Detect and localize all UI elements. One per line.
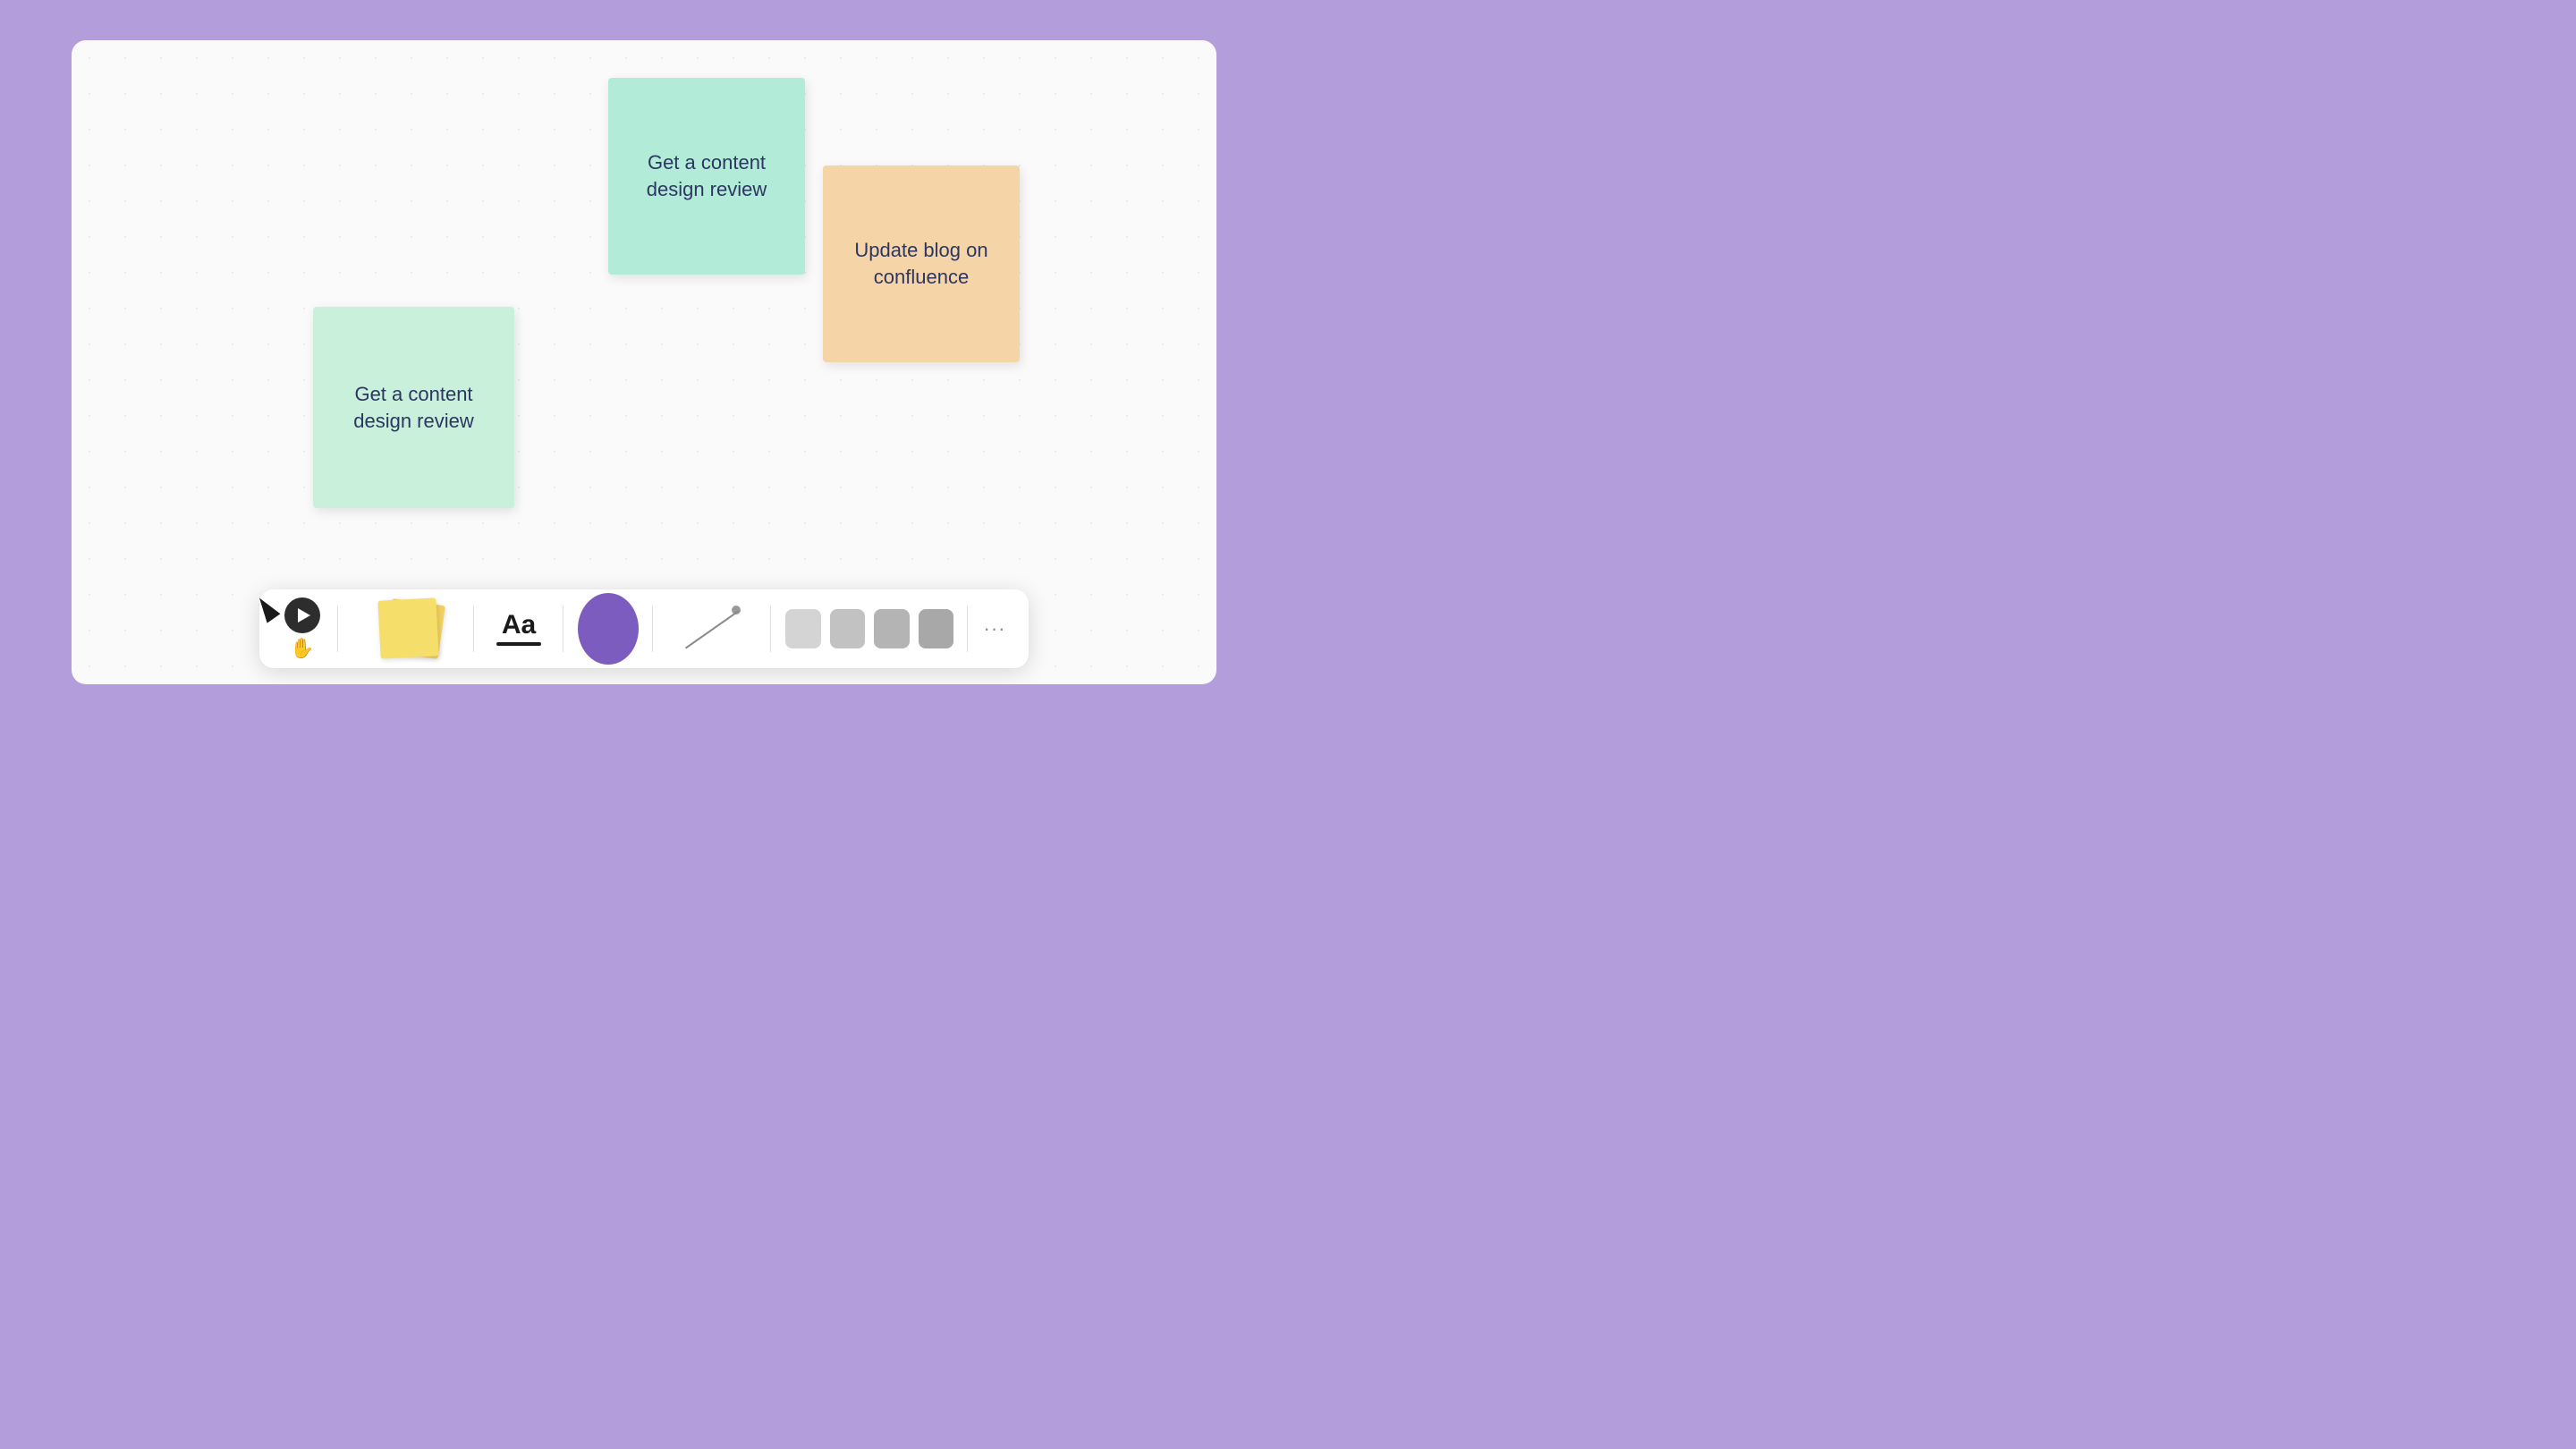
sticky-note-orange-text: Update blog on confluence bbox=[841, 237, 1002, 290]
sticky-note-orange[interactable]: Update blog on confluence bbox=[823, 165, 1020, 362]
color-swatch-4[interactable] bbox=[919, 609, 954, 648]
more-options-button[interactable]: ··· bbox=[984, 617, 1006, 640]
sticky-note-tool[interactable] bbox=[352, 597, 460, 660]
color-swatch-3[interactable] bbox=[874, 609, 910, 648]
hand-tool-icon[interactable]: ✋ bbox=[290, 637, 314, 660]
toolbar-colors-section bbox=[771, 589, 968, 668]
toolbar: ✋ Aa bbox=[259, 589, 1029, 668]
sticky-note-green-bottom-text: Get a content design review bbox=[331, 381, 496, 434]
connector-line bbox=[685, 611, 739, 649]
canvas: Get a content design review Update blog … bbox=[72, 40, 1216, 684]
sticky-mini-front bbox=[377, 597, 438, 658]
toolbar-sticky-section[interactable] bbox=[338, 589, 474, 668]
toolbar-text-section[interactable]: Aa bbox=[474, 589, 564, 668]
color-swatch-2[interactable] bbox=[830, 609, 866, 648]
text-underline-decoration bbox=[496, 642, 541, 646]
sticky-note-green-top[interactable]: Get a content design review bbox=[608, 78, 805, 275]
toolbar-more-section[interactable]: ··· bbox=[968, 589, 1021, 668]
sticky-note-green-top-text: Get a content design review bbox=[626, 149, 787, 202]
toolbar-controls-section: ✋ bbox=[267, 589, 338, 668]
play-button[interactable] bbox=[284, 597, 320, 633]
text-tool-icon[interactable]: Aa bbox=[502, 612, 536, 639]
sticky-note-green-bottom[interactable]: Get a content design review bbox=[313, 307, 514, 508]
connector-tool[interactable] bbox=[667, 602, 757, 656]
toolbar-shape-section[interactable] bbox=[564, 589, 653, 668]
toolbar-connector-section[interactable] bbox=[653, 589, 771, 668]
color-swatch-1[interactable] bbox=[785, 609, 821, 648]
shape-tool-circle[interactable] bbox=[578, 593, 639, 665]
